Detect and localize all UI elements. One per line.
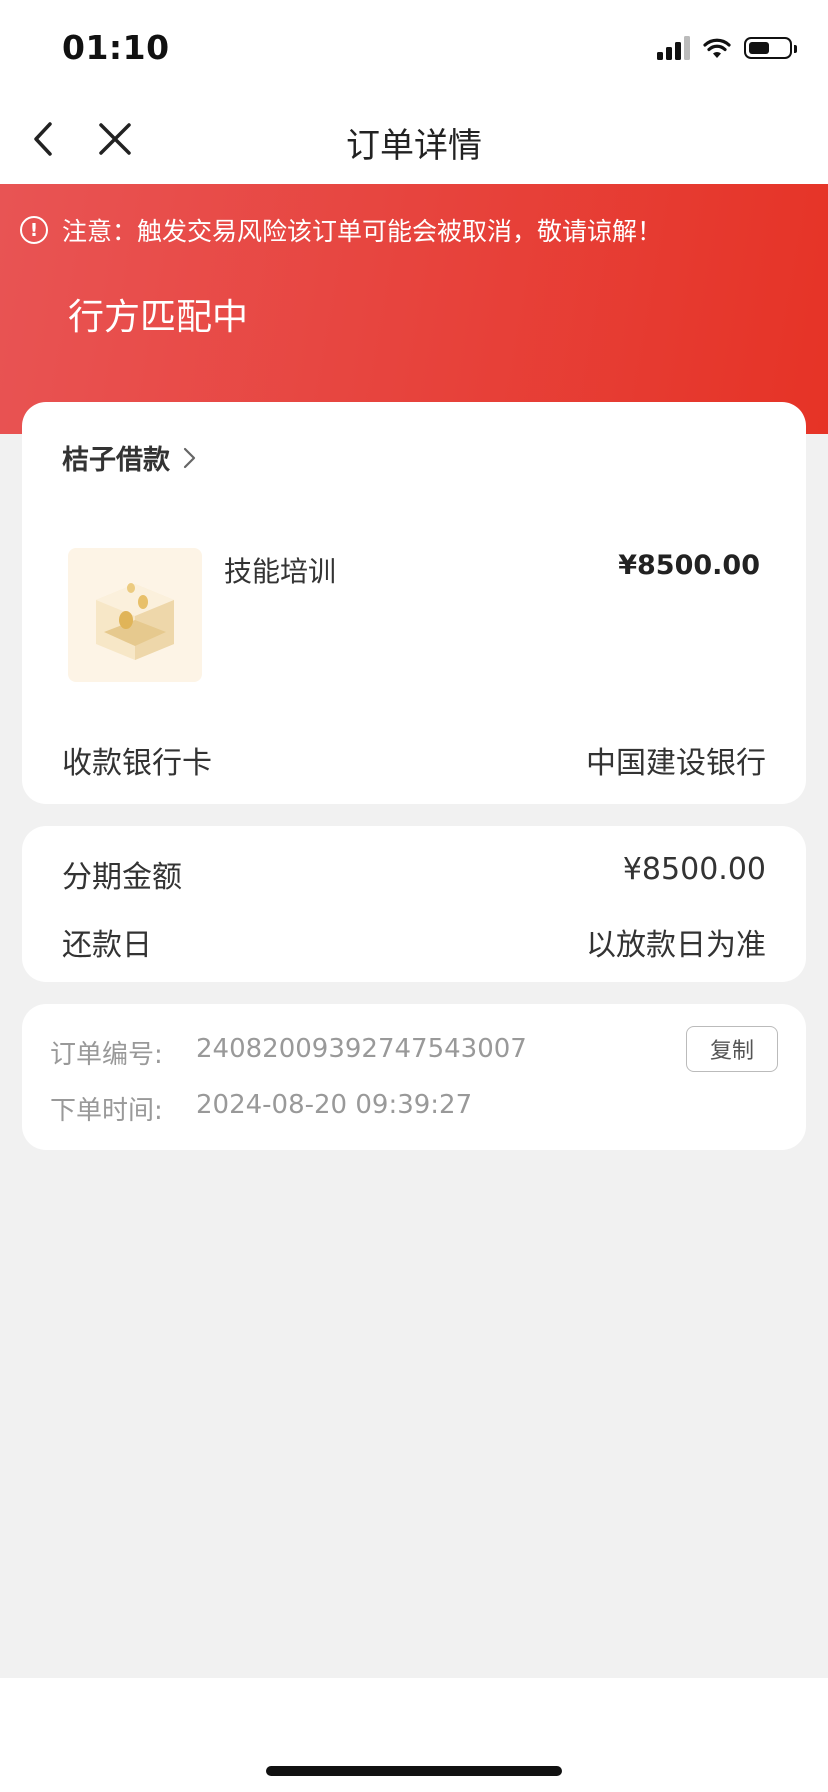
product-name: 技能培训 [224, 555, 337, 588]
order-number-value: 240820093927475430​07 [196, 1034, 527, 1064]
status-banner: ! 注意：触发交易风险该订单可能会被取消，敬请谅解！ 行方匹配中 [0, 184, 828, 434]
repayment-date-value: 以放款日为准 [586, 928, 766, 963]
merchant-link[interactable]: 桔子借款 [62, 438, 198, 477]
bank-card-label: 收款银行卡 [62, 746, 212, 781]
navigation-bar: 订单详情 [0, 96, 828, 184]
warning-text: 注意：触发交易风险该订单可能会被取消，敬请谅解！ [62, 217, 663, 246]
order-card: 桔子借款 技能培训 ¥8500.00 收款银行卡 中国建设银行 [22, 402, 806, 804]
cellular-signal-icon [657, 36, 690, 60]
installment-amount-row: 分期金额 ¥8500.00 [62, 852, 766, 896]
merchant-name: 桔子借款 [62, 445, 170, 476]
order-time-row: 下单时间: 2024-08-20 09:39:27 [50, 1090, 472, 1127]
status-icons [657, 34, 797, 62]
order-info-card: 订单编号: 240820093927475430​07 复制 下单时间: 202… [22, 1004, 806, 1150]
battery-icon [744, 37, 797, 59]
wifi-icon [703, 38, 731, 58]
product-image [68, 548, 202, 682]
order-time-value: 2024-08-20 09:39:27 [196, 1090, 473, 1120]
order-status: 行方匹配中 [68, 297, 249, 338]
status-bar: 01:10 [0, 0, 828, 96]
home-indicator[interactable] [266, 1766, 562, 1776]
bank-card-row: 收款银行卡 中国建设银行 [62, 738, 766, 782]
repayment-date-label: 还款日 [62, 928, 152, 963]
coin-box-icon [96, 583, 174, 660]
bank-card-value: 中国建设银行 [586, 746, 766, 781]
installment-amount-label: 分期金额 [62, 860, 182, 895]
warning-icon: ! [20, 216, 48, 244]
order-number-label: 订单编号: [50, 1040, 163, 1070]
battery-level [749, 42, 769, 54]
installment-card: 分期金额 ¥8500.00 还款日 以放款日为准 [22, 826, 806, 982]
copy-button[interactable]: 复制 [686, 1026, 778, 1072]
page-title: 订单详情 [346, 126, 482, 166]
repayment-date-row: 还款日 以放款日为准 [62, 920, 766, 964]
product-price: ¥8500.00 [618, 550, 760, 581]
chevron-right-icon [183, 447, 196, 468]
bottom-bar [0, 1678, 828, 1792]
order-number-row: 订单编号: 240820093927475430​07 [50, 1034, 527, 1071]
installment-amount-value: ¥8500.00 [622, 852, 766, 887]
risk-warning: ! 注意：触发交易风险该订单可能会被取消，敬请谅解！ [20, 212, 662, 248]
status-time: 01:10 [62, 28, 170, 67]
order-time-label: 下单时间: [50, 1096, 163, 1126]
